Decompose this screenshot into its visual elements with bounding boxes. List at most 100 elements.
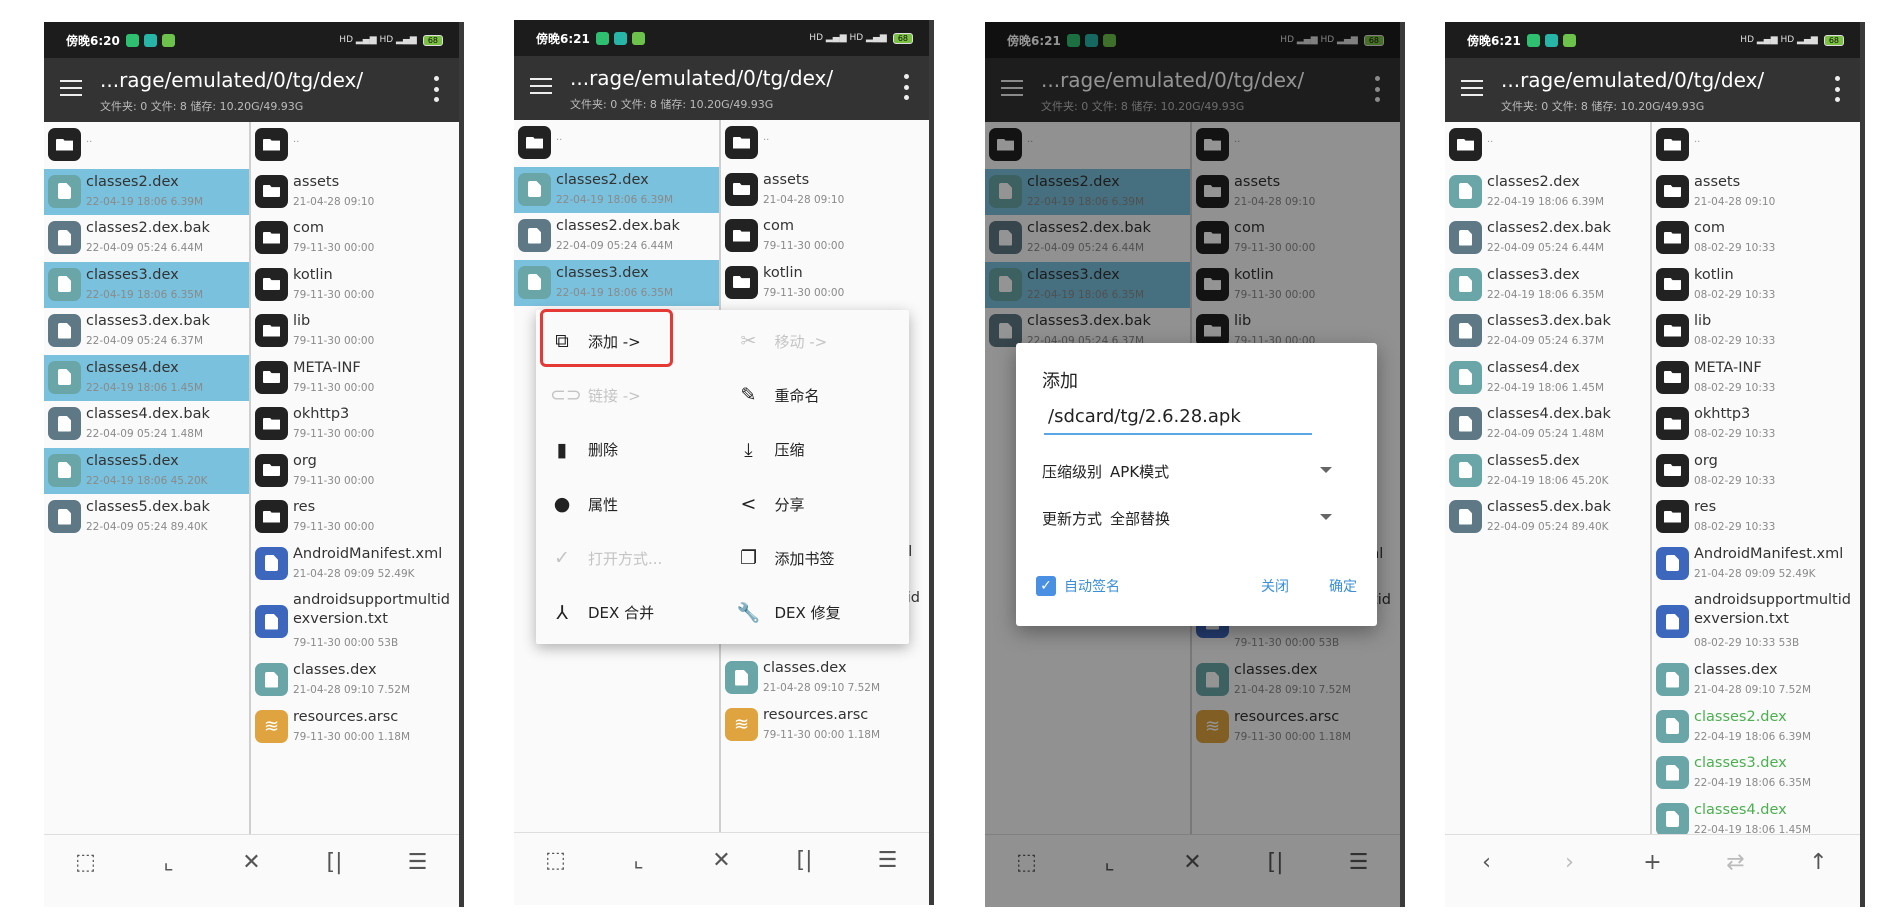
file-list-item[interactable]: kotlin 79-11-30 00:00 <box>721 260 929 307</box>
file-list-item[interactable]: androidsupportmultidexversion.txt 79-11-3… <box>251 587 459 657</box>
file-list-item[interactable]: classes3.dex 22-04-19 18:06 6.35M <box>1652 750 1860 797</box>
menu-item[interactable]: 🔧 DEX 修复 <box>723 586 910 640</box>
ok-button[interactable]: 确定 <box>1329 576 1357 596</box>
close-button[interactable]: 关闭 <box>1261 576 1289 596</box>
up-icon[interactable]: ↑ <box>1804 847 1834 877</box>
file-list-item[interactable]: classes.dex 21-04-28 09:10 7.52M <box>721 655 929 702</box>
menu-item[interactable]: ⅄ DEX 合并 <box>536 586 723 640</box>
file-list-item[interactable]: classes5.dex 22-04-19 18:06 45.20K <box>44 447 249 494</box>
parent-directory-item[interactable]: .. <box>1445 122 1650 169</box>
file-list-item[interactable]: classes3.dex 22-04-19 18:06 6.35M <box>44 261 249 308</box>
file-list-item[interactable]: classes3.dex 22-04-19 18:06 6.35M <box>514 259 719 306</box>
select-all-icon[interactable]: ⬚ <box>71 847 101 877</box>
menu-item[interactable]: ⧉ 添加 -> <box>536 309 723 368</box>
file-list-item[interactable]: classes3.dex.bak 22-04-09 05:24 6.37M <box>1445 308 1650 355</box>
invert-selection-icon[interactable]: [| <box>790 845 820 875</box>
menu-item[interactable]: ❐ 添加书签 <box>723 531 910 585</box>
file-list-item[interactable]: classes4.dex 22-04-19 18:06 1.45M <box>44 354 249 401</box>
select-partial-icon[interactable]: ⌞ <box>154 847 184 877</box>
file-list-item[interactable]: assets 21-04-28 09:10 <box>251 169 459 216</box>
file-list-item[interactable]: classes3.dex.bak 22-04-09 05:24 6.37M <box>44 308 249 355</box>
select-list-icon[interactable]: ☰ <box>873 845 903 875</box>
select-all-icon[interactable]: ⬚ <box>541 845 571 875</box>
file-list-item[interactable]: classes5.dex 22-04-19 18:06 45.20K <box>1445 448 1650 495</box>
file-list-item[interactable]: lib 08-02-29 10:33 <box>1652 308 1860 355</box>
file-list-item[interactable]: classes5.dex.bak 22-04-09 05:24 89.40K <box>1445 494 1650 541</box>
file-list-item[interactable]: kotlin 79-11-30 00:00 <box>251 262 459 309</box>
file-list-item[interactable]: classes2.dex.bak 22-04-09 05:24 6.44M <box>514 213 719 260</box>
file-list-item[interactable]: com 79-11-30 00:00 <box>721 213 929 260</box>
file-list-item[interactable]: META-INF 08-02-29 10:33 <box>1652 355 1860 402</box>
menu-item[interactable]: ● 属性 <box>536 477 723 531</box>
parent-directory-item[interactable]: .. <box>1652 122 1860 169</box>
menu-item[interactable]: ⊂⊃ 链接 -> <box>536 368 723 422</box>
add-icon[interactable]: + <box>1638 847 1668 877</box>
back-icon[interactable]: ‹ <box>1472 847 1502 877</box>
file-list-item[interactable]: classes4.dex 22-04-19 18:06 1.45M <box>1652 797 1860 834</box>
left-file-pane[interactable]: .. classes2.dex 22-04-19 18:06 6.39M classe… <box>1445 122 1652 834</box>
file-list-item[interactable]: classes3.dex 22-04-19 18:06 6.35M <box>1445 262 1650 309</box>
compression-dropdown[interactable]: 压缩级别 APK模式 <box>1042 461 1332 482</box>
menu-item[interactable]: ✎ 重命名 <box>723 368 910 422</box>
file-list-item[interactable]: classes.dex 21-04-28 09:10 7.52M <box>1652 657 1860 704</box>
parent-directory-item[interactable]: .. <box>44 122 249 169</box>
file-list-item[interactable]: classes4.dex.bak 22-04-09 05:24 1.48M <box>1445 401 1650 448</box>
file-list-item[interactable]: okhttp3 79-11-30 00:00 <box>251 401 459 448</box>
select-partial-icon[interactable]: ⌞ <box>624 845 654 875</box>
menu-item[interactable]: ✂ 移动 -> <box>723 314 910 368</box>
forward-icon[interactable]: › <box>1555 847 1585 877</box>
menu-item[interactable]: ▮ 删除 <box>536 423 723 477</box>
file-list-item[interactable]: classes2.dex 22-04-19 18:06 6.39M <box>1652 704 1860 751</box>
file-list-item[interactable]: assets 21-04-28 09:10 <box>721 167 929 214</box>
auto-sign-checkbox[interactable]: ✓ <box>1036 576 1056 596</box>
menu-item[interactable]: ✓ 打开方式... <box>536 531 723 585</box>
file-list-item[interactable]: kotlin 08-02-29 10:33 <box>1652 262 1860 309</box>
more-options-icon[interactable] <box>1834 76 1840 102</box>
file-list-item[interactable]: classes2.dex 22-04-19 18:06 6.39M <box>44 168 249 215</box>
file-list-item[interactable]: classes2.dex.bak 22-04-09 05:24 6.44M <box>1445 215 1650 262</box>
menu-icon[interactable] <box>60 80 82 96</box>
file-list-item[interactable]: classes.dex 21-04-28 09:10 7.52M <box>251 657 459 704</box>
file-list-item[interactable]: res 79-11-30 00:00 <box>251 494 459 541</box>
file-list-item[interactable]: ≋ resources.arsc 79-11-30 00:00 1.18M <box>721 702 929 749</box>
right-file-pane[interactable]: .. assets 21-04-28 09:10 com 08-02-29 10:33 k… <box>1652 122 1860 834</box>
file-list-item[interactable]: classes2.dex 22-04-19 18:06 6.39M <box>1445 169 1650 216</box>
file-list-item[interactable]: classes2.dex.bak 22-04-09 05:24 6.44M <box>44 215 249 262</box>
parent-directory-item[interactable]: .. <box>251 122 459 169</box>
file-list-item[interactable]: ≋ resources.arsc 79-11-30 00:00 1.18M <box>251 704 459 751</box>
file-list-item[interactable]: classes2.dex 22-04-19 18:06 6.39M <box>514 166 719 213</box>
file-list-item[interactable]: org 08-02-29 10:33 <box>1652 448 1860 495</box>
parent-directory-item[interactable]: .. <box>721 120 929 167</box>
menu-item[interactable]: ⤓ 压缩 <box>723 423 910 477</box>
update-dropdown[interactable]: 更新方式 全部替换 <box>1042 508 1332 529</box>
file-list-item[interactable]: com 79-11-30 00:00 <box>251 215 459 262</box>
file-list-item[interactable]: res 08-02-29 10:33 <box>1652 494 1860 541</box>
file-list-item[interactable]: com 08-02-29 10:33 <box>1652 215 1860 262</box>
file-list-item[interactable]: assets 21-04-28 09:10 <box>1652 169 1860 216</box>
menu-item[interactable]: < 分享 <box>723 477 910 531</box>
right-file-pane[interactable]: .. assets 21-04-28 09:10 com 79-11-30 00:00 k… <box>251 122 459 834</box>
file-list-item[interactable]: AndroidManifest.xml 21-04-28 09:09 52.49K <box>251 541 459 588</box>
left-file-pane[interactable]: .. classes2.dex 22-04-19 18:06 6.39M classe… <box>44 122 251 834</box>
more-options-icon[interactable] <box>903 74 909 100</box>
invert-selection-icon[interactable]: [| <box>320 847 350 877</box>
select-list-icon[interactable]: ☰ <box>403 847 433 877</box>
file-list-item[interactable]: AndroidManifest.xml 21-04-28 09:09 52.49K <box>1652 541 1860 588</box>
file-list-item[interactable]: org 79-11-30 00:00 <box>251 448 459 495</box>
file-list-item[interactable]: androidsupportmultidexversion.txt 08-02-2… <box>1652 587 1860 657</box>
swap-icon[interactable]: ⇄ <box>1721 847 1751 877</box>
file-list-item[interactable]: classes5.dex.bak 22-04-09 05:24 89.40K <box>44 494 249 541</box>
menu-icon[interactable] <box>1461 80 1483 96</box>
close-icon[interactable]: ✕ <box>237 847 267 877</box>
parent-directory-item[interactable]: .. <box>514 120 719 167</box>
file-list-item[interactable]: classes4.dex 22-04-19 18:06 1.45M <box>1445 355 1650 402</box>
file-list-item[interactable]: classes4.dex.bak 22-04-09 05:24 1.48M <box>44 401 249 448</box>
file-list-item[interactable]: lib 79-11-30 00:00 <box>251 308 459 355</box>
close-icon[interactable]: ✕ <box>707 845 737 875</box>
path-input[interactable]: /sdcard/tg/2.6.28.apk <box>1044 401 1312 435</box>
layers-glyph: ≋ <box>263 715 280 737</box>
menu-icon[interactable] <box>530 78 552 94</box>
file-list-item[interactable]: META-INF 79-11-30 00:00 <box>251 355 459 402</box>
file-list-item[interactable]: okhttp3 08-02-29 10:33 <box>1652 401 1860 448</box>
more-options-icon[interactable] <box>433 76 439 102</box>
